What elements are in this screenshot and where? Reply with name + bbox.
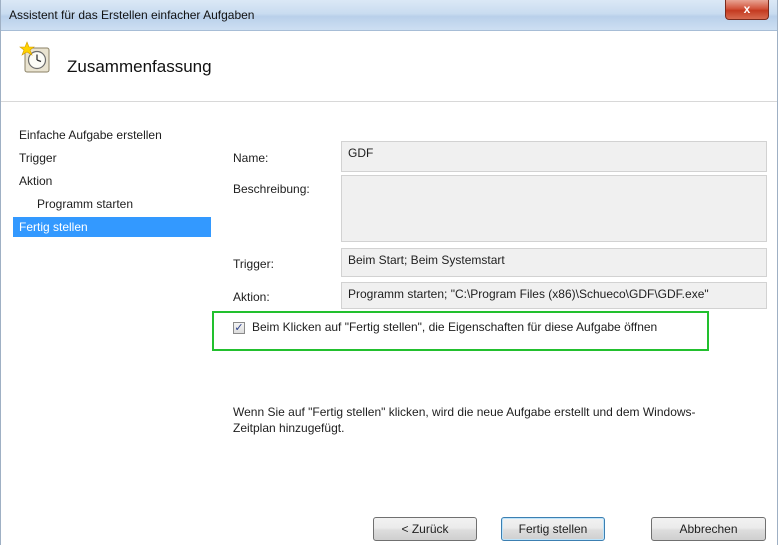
wizard-window: Assistent für das Erstellen einfacher Au…	[0, 0, 778, 545]
nav-step-einfache-aufgabe[interactable]: Einfache Aufgabe erstellen	[13, 126, 211, 148]
action-label: Aktion:	[233, 290, 270, 304]
info-text: Wenn Sie auf "Fertig stellen" klicken, w…	[233, 405, 696, 435]
nav-step-aktion[interactable]: Aktion	[13, 171, 211, 194]
finish-button[interactable]: Fertig stellen	[501, 517, 605, 541]
open-properties-checkbox-label[interactable]: Beim Klicken auf "Fertig stellen", die E…	[252, 320, 657, 334]
description-field	[341, 175, 767, 242]
cancel-button[interactable]: Abbrechen	[651, 517, 766, 541]
trigger-label: Trigger:	[233, 257, 274, 271]
window-title: Assistent für das Erstellen einfacher Au…	[9, 8, 255, 22]
nav-step-fertig-stellen[interactable]: Fertig stellen	[13, 217, 211, 237]
nav-step-trigger[interactable]: Trigger	[13, 148, 211, 171]
name-label: Name:	[233, 151, 269, 165]
trigger-field: Beim Start; Beim Systemstart	[341, 248, 767, 277]
name-field: GDF	[341, 141, 767, 172]
action-field: Programm starten; "C:\Program Files (x86…	[341, 282, 767, 309]
title-bar[interactable]: Assistent für das Erstellen einfacher Au…	[1, 0, 777, 31]
description-label: Beschreibung:	[233, 182, 310, 196]
open-properties-checkbox[interactable]: ✓	[233, 322, 245, 334]
wizard-step-nav: Einfache Aufgabe erstellen Trigger Aktio…	[13, 126, 211, 237]
header-divider	[1, 101, 777, 102]
wizard-header: Zusammenfassung	[1, 31, 777, 101]
nav-step-programm-starten[interactable]: Programm starten	[13, 194, 211, 217]
back-button[interactable]: < Zurück	[373, 517, 477, 541]
close-button[interactable]: x	[725, 0, 769, 20]
page-title: Zusammenfassung	[67, 57, 212, 76]
task-scheduler-clock-icon	[19, 41, 53, 75]
